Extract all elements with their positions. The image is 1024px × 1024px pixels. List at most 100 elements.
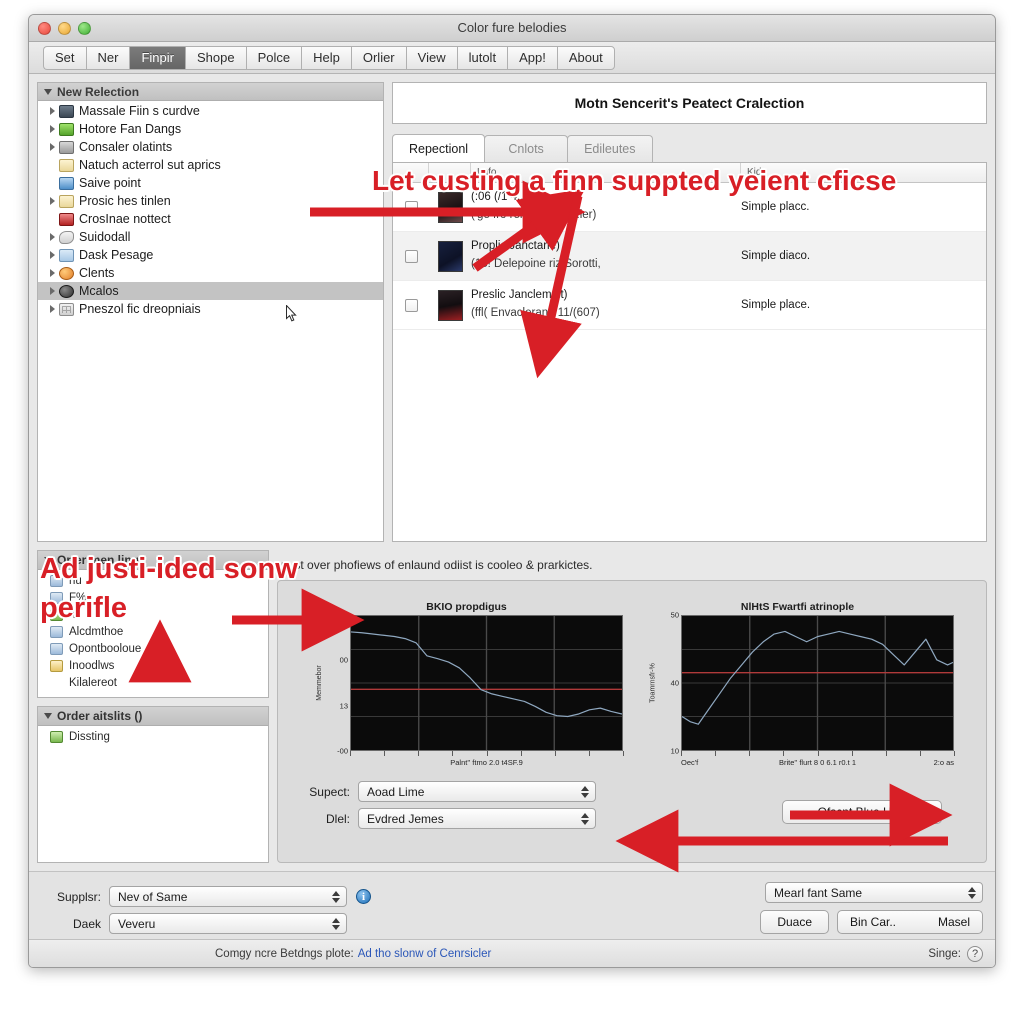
toolbar-button-set[interactable]: Set bbox=[43, 45, 86, 70]
list-item[interactable]: nv bbox=[38, 606, 268, 623]
sidebar-item-1[interactable]: Hotore Fan Dangs bbox=[38, 120, 383, 138]
chart-y-tick: 2.60 bbox=[333, 610, 348, 620]
toolbar-button-polce[interactable]: Polce bbox=[245, 45, 302, 70]
toolbar-button-ner[interactable]: Ner bbox=[85, 45, 130, 70]
tab-edileutes[interactable]: Edileutes bbox=[567, 135, 653, 162]
sidebar-item-label: Massale Fiin s curdve bbox=[79, 104, 200, 118]
form-row-supect: Supect: Aoad Lime bbox=[290, 781, 974, 802]
chevron-right-icon[interactable] bbox=[47, 287, 58, 295]
ofscnt-blue-hiwt-button[interactable]: Ofscnt Blue Hiwt bbox=[782, 800, 942, 824]
bin-car-masel-button[interactable]: Bin Car.. Masel bbox=[837, 910, 983, 934]
row-info-cell: Preslic Janclemelt) (ffl( Envaclerant: 11… bbox=[471, 287, 741, 323]
row-name: Preslic Janclemelt) bbox=[471, 289, 568, 302]
puzzle-icon bbox=[59, 122, 74, 136]
form-row-supplsr: Supplsr: Nev of Same i bbox=[41, 886, 601, 907]
table-row[interactable]: (:06 (/1 4...) ('ge fro remacY. ... t4.le… bbox=[393, 183, 986, 232]
list-item[interactable]: nu bbox=[38, 572, 268, 589]
chevron-right-icon[interactable] bbox=[47, 197, 58, 205]
sidebar-item-label: Saive point bbox=[79, 176, 141, 190]
supplsr-value: Nev of Same bbox=[118, 889, 188, 904]
stepper-arrows-icon bbox=[332, 890, 340, 903]
sidebar-item-5[interactable]: Prosic hes tinlen bbox=[38, 192, 383, 210]
chevron-right-icon[interactable] bbox=[47, 233, 58, 241]
table-row[interactable]: Proplic Janctarle) (15! Delepoine riz Sor… bbox=[393, 232, 986, 281]
status-link[interactable]: Ad tho slonw of Cenrsicler bbox=[358, 948, 492, 960]
sidebar-header[interactable]: New Relection bbox=[38, 83, 383, 101]
mearl-fant-select[interactable]: Mearl fant Same bbox=[765, 882, 983, 903]
chart-x-tick bbox=[817, 751, 819, 756]
supect-select[interactable]: Aoad Lime bbox=[358, 781, 596, 802]
toolbar-button-about[interactable]: About bbox=[556, 45, 615, 70]
chevron-down-icon bbox=[44, 557, 52, 563]
sidebar-item-6[interactable]: CrosInae nottect bbox=[38, 210, 383, 228]
list-item[interactable]: Opontbooloue bbox=[38, 640, 268, 657]
chart-1: NlHtS Fwartfi atrinople Toamrnsfr-% 50 40 10… bbox=[641, 601, 955, 773]
info-icon[interactable]: i bbox=[356, 889, 371, 904]
panel-header[interactable]: Orfer men ling bbox=[38, 551, 268, 570]
chevron-right-icon[interactable] bbox=[47, 125, 58, 133]
list-item[interactable]: Alcdmthoe bbox=[38, 623, 268, 640]
sidebar-item-7[interactable]: Suidodall bbox=[38, 228, 383, 246]
list-item[interactable]: Dissting bbox=[38, 728, 268, 745]
row-checkbox[interactable] bbox=[404, 200, 418, 214]
row-thumbnail-cell bbox=[429, 191, 471, 223]
toolbar-button-orlier[interactable]: Orlier bbox=[350, 45, 406, 70]
list-item[interactable]: F% bbox=[38, 589, 268, 606]
sidebar-item-2[interactable]: Consaler olatints bbox=[38, 138, 383, 156]
help-icon[interactable]: ? bbox=[967, 945, 983, 962]
sidebar-item-3[interactable]: Natuch acterrol sut aprics bbox=[38, 156, 383, 174]
sidebar-item-10[interactable]: Mcalos bbox=[38, 282, 383, 300]
column-header-check[interactable] bbox=[393, 163, 429, 182]
daek-select[interactable]: Veveru bbox=[109, 913, 347, 934]
stepper-arrows-icon bbox=[332, 917, 340, 930]
column-header-kind[interactable]: Kid bbox=[741, 163, 986, 182]
detail-title: Motn Sencerit's Peatect Cralection bbox=[392, 82, 987, 124]
status-text: Comgy ncre Betdngs plote: bbox=[215, 947, 354, 960]
panel-header[interactable]: Order aitslits () bbox=[38, 707, 268, 726]
chevron-down-icon bbox=[44, 713, 52, 719]
daek-value: Veveru bbox=[118, 916, 156, 931]
chart-y-ticks: 50 40 10 bbox=[653, 611, 679, 756]
sidebar-item-label: Suidodall bbox=[79, 230, 131, 244]
row-checkbox-cell bbox=[393, 200, 429, 214]
column-header-image[interactable] bbox=[429, 163, 471, 182]
chevron-right-icon[interactable] bbox=[47, 251, 58, 259]
chart-y-tick: 13 bbox=[339, 701, 348, 711]
row-thumbnail-cell bbox=[429, 240, 471, 272]
toolbar-button-shope[interactable]: Shope bbox=[184, 45, 246, 70]
chevron-right-icon[interactable] bbox=[47, 305, 58, 313]
row-name: (:06 (/1 4...) bbox=[471, 191, 531, 204]
toolbar-button-app[interactable]: App! bbox=[507, 45, 557, 70]
row-checkbox-cell bbox=[393, 249, 429, 263]
blue-icon bbox=[50, 642, 63, 655]
list-item-label: Kilalereot bbox=[69, 676, 117, 689]
toolbar-button-lutolt[interactable]: lutolt bbox=[456, 45, 508, 70]
toolbar-button-finpir[interactable]: Finpir bbox=[129, 45, 185, 70]
sidebar-item-4[interactable]: Saive point bbox=[38, 174, 383, 192]
chevron-right-icon[interactable] bbox=[47, 107, 58, 115]
list-item[interactable]: Kilalereot bbox=[38, 674, 268, 691]
sidebar-item-9[interactable]: Clents bbox=[38, 264, 383, 282]
chevron-right-icon[interactable] bbox=[47, 143, 58, 151]
table-row[interactable]: Preslic Janclemelt) (ffl( Envaclerant: 11… bbox=[393, 281, 986, 330]
cart-icon bbox=[59, 140, 74, 154]
list-item[interactable]: Inoodlws bbox=[38, 657, 268, 674]
sidebar-item-0[interactable]: Massale Fiin s curdve bbox=[38, 102, 383, 120]
toolbar-button-view[interactable]: View bbox=[405, 45, 457, 70]
tab-repectionl[interactable]: Repectionl bbox=[392, 134, 486, 162]
toolbar-button-help[interactable]: Help bbox=[301, 45, 351, 70]
chevron-right-icon[interactable] bbox=[47, 269, 58, 277]
row-checkbox[interactable] bbox=[404, 298, 418, 312]
tab-cnlots[interactable]: Cnlots bbox=[484, 135, 569, 162]
chart-x-tick bbox=[554, 751, 556, 756]
sidebar-item-11[interactable]: Pneszol fic dreopniais bbox=[38, 300, 383, 318]
green-icon bbox=[50, 608, 63, 621]
supplsr-select[interactable]: Nev of Same bbox=[109, 886, 347, 907]
column-header-info[interactable]: Lnfo bbox=[471, 163, 741, 182]
sidebar-item-8[interactable]: Dask Pesage bbox=[38, 246, 383, 264]
dlel-select[interactable]: Evdred Jemes bbox=[358, 808, 596, 829]
chart-x-tick bbox=[350, 751, 351, 756]
chart-y-tick: 40 bbox=[670, 678, 679, 688]
duace-button[interactable]: Duace bbox=[760, 910, 829, 934]
row-checkbox[interactable] bbox=[404, 249, 418, 263]
